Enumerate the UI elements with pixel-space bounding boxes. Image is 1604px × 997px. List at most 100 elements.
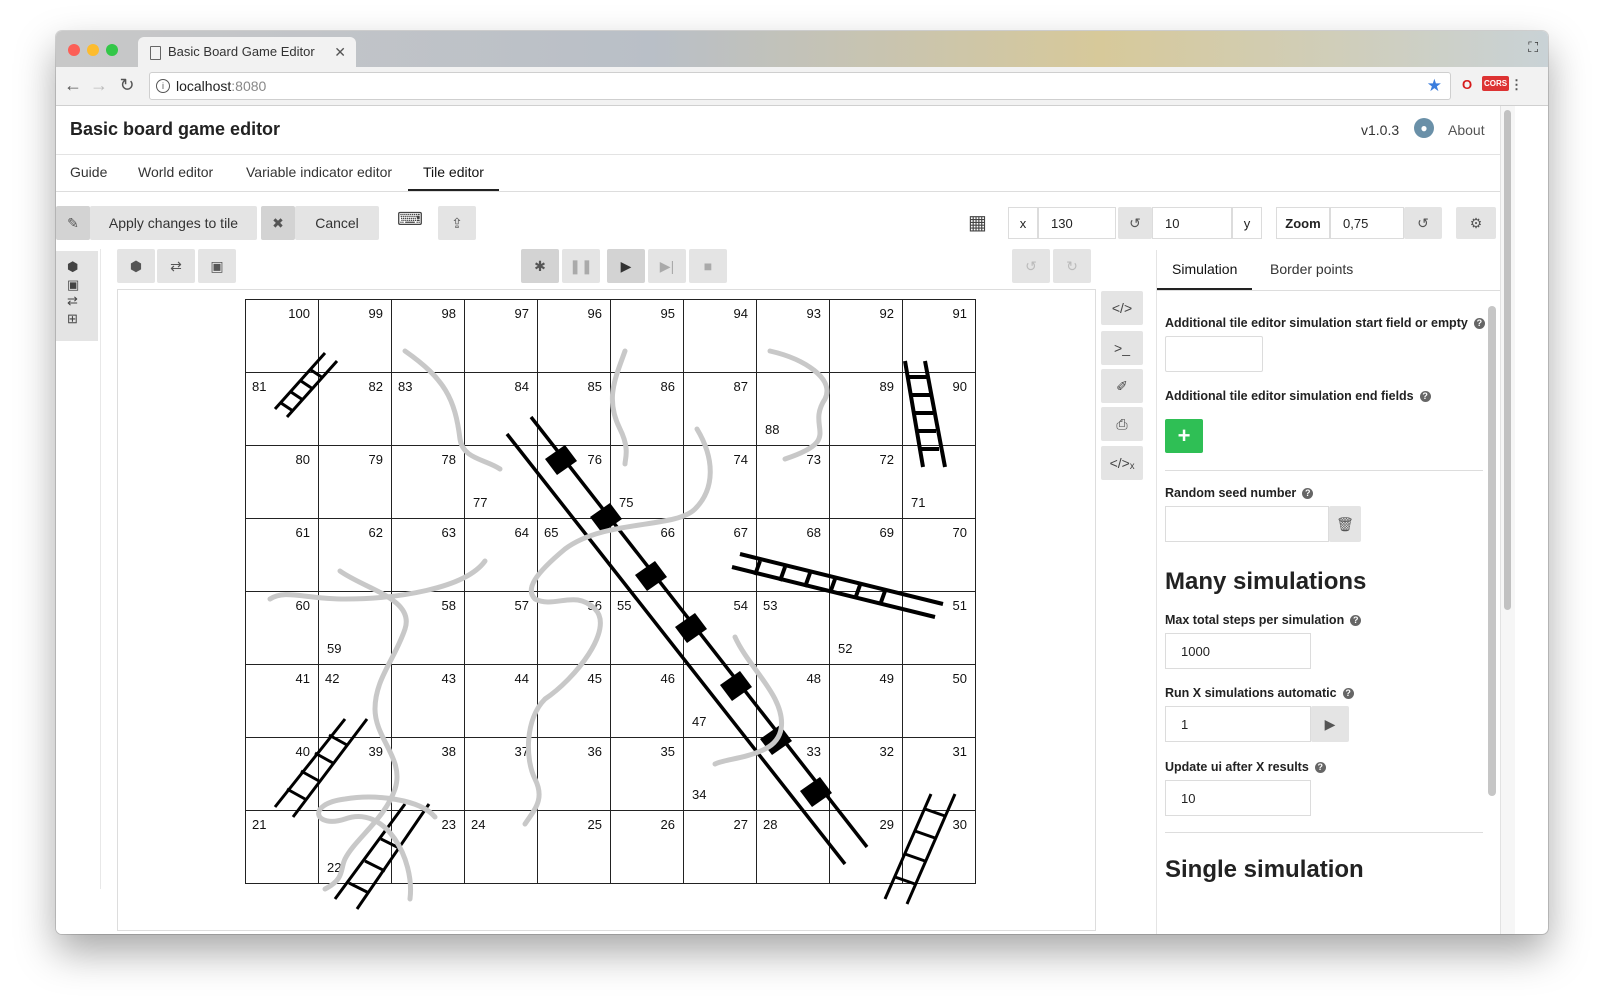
image-button[interactable]: ▣ bbox=[198, 249, 236, 283]
incognito-icon: ⛶ bbox=[1528, 39, 1538, 55]
help-icon[interactable]: ? bbox=[1342, 688, 1354, 699]
start-field-input[interactable] bbox=[1165, 336, 1263, 372]
reset-zoom-button[interactable]: ↺ bbox=[1404, 207, 1442, 239]
panel-tabs: Simulation Border points bbox=[1157, 250, 1501, 291]
github-icon[interactable]: ● bbox=[1414, 118, 1434, 138]
browser-tab[interactable]: Basic Board Game Editor ✕ bbox=[138, 37, 356, 67]
page: Basic board game editor v1.0.3 ● About G… bbox=[56, 106, 1501, 934]
keyboard-icon[interactable]: ⌨ bbox=[397, 209, 423, 230]
tab-variable-indicator-editor[interactable]: Variable indicator editor bbox=[246, 155, 392, 189]
run-simulations-button[interactable]: ▶ bbox=[1311, 706, 1349, 742]
pause-icon: ❚❚ bbox=[569, 258, 593, 274]
terminal-button[interactable]: >_ bbox=[1101, 331, 1143, 365]
grid-icon[interactable]: ▦ bbox=[968, 210, 987, 235]
many-simulations-heading: Many simulations bbox=[1165, 568, 1367, 595]
settings-button[interactable]: ⚙ bbox=[1456, 207, 1496, 239]
cors-extension-icon[interactable]: CORS bbox=[1482, 76, 1510, 91]
tab-simulation[interactable]: Simulation bbox=[1157, 250, 1253, 290]
seed-input[interactable] bbox=[1165, 506, 1329, 542]
update-ui-input[interactable]: 10 bbox=[1165, 780, 1311, 816]
close-window-button[interactable] bbox=[68, 44, 80, 56]
exchange-button[interactable]: ⇄ bbox=[157, 249, 195, 283]
help-icon[interactable]: ? bbox=[1473, 318, 1485, 329]
cancel-icon-button[interactable]: ✖ bbox=[261, 206, 295, 240]
clear-seed-button[interactable]: 🗑 bbox=[1329, 506, 1361, 542]
stop-icon: ■ bbox=[703, 258, 713, 274]
cancel-button[interactable]: Cancel bbox=[295, 206, 379, 240]
tab-world-editor[interactable]: World editor bbox=[138, 155, 213, 189]
minimize-window-button[interactable] bbox=[87, 44, 99, 56]
bookmark-star-icon[interactable]: ★ bbox=[1427, 73, 1442, 99]
app-header: Basic board game editor v1.0.3 ● About bbox=[56, 106, 1500, 155]
max-steps-input[interactable]: 1000 bbox=[1165, 633, 1311, 669]
opera-extension-icon[interactable]: O bbox=[1462, 77, 1472, 92]
y-input[interactable]: 10 bbox=[1152, 207, 1232, 239]
code-button[interactable]: </> bbox=[1101, 291, 1143, 325]
help-icon[interactable]: ? bbox=[1419, 391, 1431, 402]
apply-changes-button[interactable]: Apply changes to tile bbox=[90, 206, 257, 240]
left-column-divider bbox=[100, 249, 101, 889]
cube-button[interactable]: ⬢ bbox=[117, 249, 155, 283]
undo-button[interactable]: ↺ bbox=[1012, 249, 1050, 283]
cube-icon: ⬢ bbox=[129, 258, 143, 274]
cube-icon[interactable]: ⬢ bbox=[67, 259, 78, 275]
info-icon[interactable]: i bbox=[156, 79, 170, 93]
image-icon[interactable]: ▣ bbox=[67, 277, 79, 293]
url-field[interactable]: i localhost:8080 ★ bbox=[149, 72, 1451, 100]
step-button[interactable]: ▶| bbox=[648, 249, 686, 283]
app-title: Basic board game editor bbox=[70, 119, 281, 139]
code-clear-icon: </>ₓ bbox=[1109, 455, 1135, 471]
undo-icon: ↺ bbox=[1025, 258, 1037, 274]
app-version: v1.0.3 bbox=[1361, 122, 1400, 138]
menu-kebab-icon[interactable]: ⋮ bbox=[1510, 77, 1523, 93]
exchange-icon[interactable]: ⇄ bbox=[67, 293, 78, 309]
print-button[interactable]: ⎙ bbox=[1101, 407, 1143, 441]
forward-icon[interactable]: → bbox=[89, 75, 109, 96]
help-icon[interactable]: ? bbox=[1314, 762, 1326, 773]
update-ui-label: Update ui after X results? bbox=[1165, 760, 1326, 774]
pause-button[interactable]: ❚❚ bbox=[562, 249, 600, 283]
panel-scrollbar[interactable] bbox=[1488, 306, 1496, 796]
play-button[interactable]: ▶ bbox=[607, 249, 645, 283]
divider bbox=[1165, 470, 1483, 471]
clear-code-button[interactable]: </>ₓ bbox=[1101, 446, 1143, 480]
tab-guide[interactable]: Guide bbox=[70, 155, 107, 189]
browser-window: Basic Board Game Editor ✕ ⛶ ← → ↻ i loca… bbox=[56, 31, 1548, 934]
run-x-input[interactable]: 1 bbox=[1165, 706, 1311, 742]
upload-icon: ⇪ bbox=[451, 215, 463, 231]
add-end-field-button[interactable]: + bbox=[1165, 419, 1203, 453]
help-icon[interactable]: ? bbox=[1350, 615, 1362, 626]
pencil-icon: ✎ bbox=[67, 215, 79, 231]
tab-tile-editor[interactable]: Tile editor bbox=[408, 155, 499, 191]
undo-icon: ↺ bbox=[1129, 215, 1141, 231]
edit-button[interactable]: ✎ bbox=[56, 206, 90, 240]
maximize-window-button[interactable] bbox=[106, 44, 118, 56]
apply-changes-label: Apply changes to tile bbox=[108, 215, 239, 231]
print-icon: ⎙ bbox=[1116, 416, 1128, 432]
ladder-rungs bbox=[545, 445, 832, 807]
close-tab-icon[interactable]: ✕ bbox=[334, 37, 346, 67]
redo-button[interactable]: ↻ bbox=[1053, 249, 1091, 283]
reset-x-button[interactable]: ↺ bbox=[1118, 207, 1152, 239]
address-bar: ← → ↻ i localhost:8080 ★ O CORS ⋮ bbox=[56, 67, 1548, 106]
tile-canvas[interactable]: 100 99 98 97 96 95 94 93 92 91 81 82 83 84 85 86 87 88 89 9… bbox=[117, 289, 1096, 931]
upload-button[interactable]: ⇪ bbox=[438, 206, 476, 240]
page-scrollbar-thumb[interactable] bbox=[1504, 110, 1511, 610]
debug-button[interactable]: ✱ bbox=[521, 249, 559, 283]
back-icon[interactable]: ← bbox=[63, 75, 83, 96]
help-icon[interactable]: ? bbox=[1302, 488, 1314, 499]
magic-button[interactable]: ✐ bbox=[1101, 369, 1143, 403]
tab-border-points[interactable]: Border points bbox=[1270, 250, 1353, 288]
x-input[interactable]: 130 bbox=[1038, 207, 1116, 239]
url-port: :8080 bbox=[231, 78, 267, 94]
about-link[interactable]: About bbox=[1448, 122, 1485, 138]
x-label: x bbox=[1008, 207, 1038, 239]
page-scrollbar[interactable] bbox=[1500, 106, 1515, 934]
browser-titlebar: Basic Board Game Editor ✕ ⛶ bbox=[56, 31, 1548, 67]
stop-button[interactable]: ■ bbox=[689, 249, 727, 283]
reload-icon[interactable]: ↻ bbox=[117, 75, 137, 96]
zoom-input[interactable]: 0,75 bbox=[1330, 207, 1404, 239]
zoom-label: Zoom bbox=[1276, 207, 1330, 239]
start-field-label: Additional tile editor simulation start … bbox=[1165, 316, 1485, 330]
sitemap-icon[interactable]: ⊞ bbox=[67, 311, 78, 327]
